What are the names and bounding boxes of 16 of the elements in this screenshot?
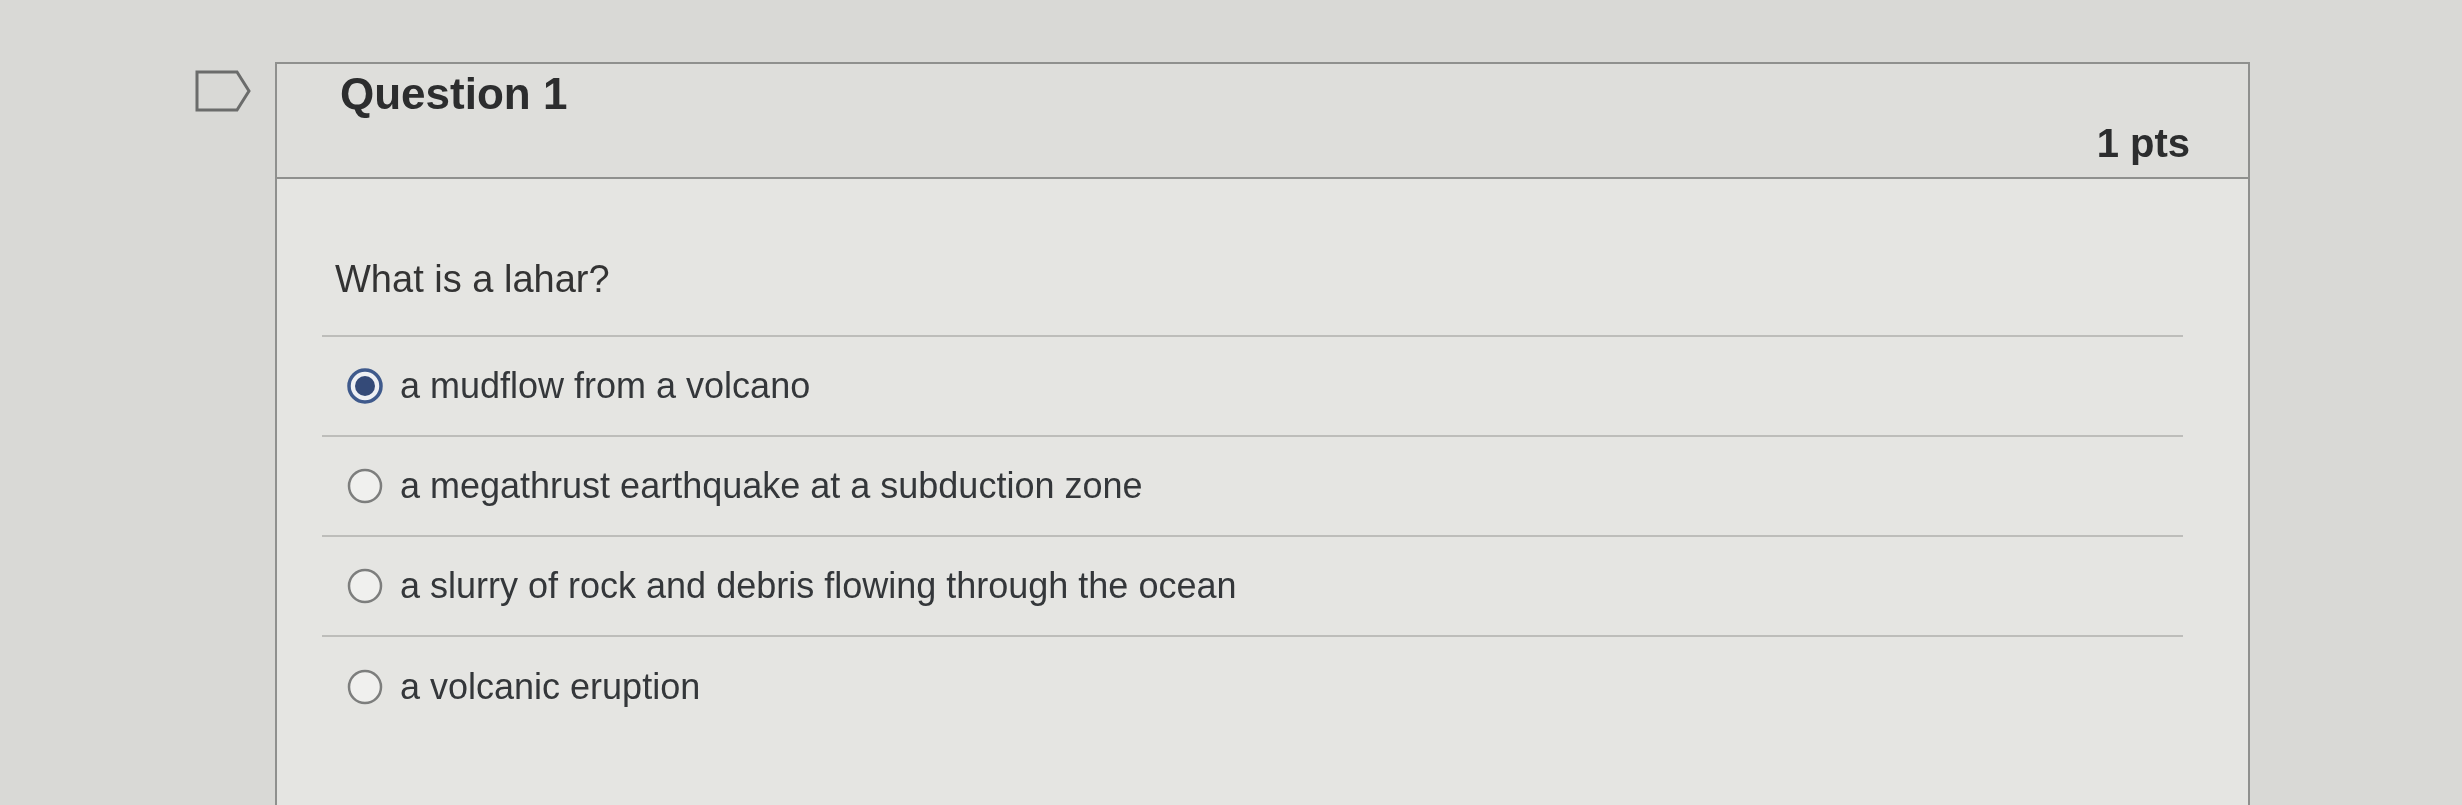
answer-label: a slurry of rock and debris flowing through the ocean xyxy=(400,564,1237,608)
answer-label: a mudflow from a volcano xyxy=(400,364,811,408)
answer-option[interactable]: a volcanic eruption xyxy=(322,636,2183,737)
radio-button[interactable] xyxy=(347,567,383,604)
question-prompt: What is a lahar? xyxy=(335,257,611,302)
flag-question-icon[interactable] xyxy=(195,70,251,112)
radio-button[interactable] xyxy=(347,467,383,504)
question-title: Question 1 xyxy=(340,68,568,120)
answer-label: a volcanic eruption xyxy=(400,665,701,709)
answer-option[interactable]: a megathrust earthquake at a subduction zone xyxy=(322,436,2183,537)
answer-label: a megathrust earthquake at a subduction zone xyxy=(400,464,1143,508)
answer-option[interactable]: a mudflow from a volcano xyxy=(322,336,2183,437)
radio-button[interactable] xyxy=(347,367,383,404)
answer-option[interactable]: a slurry of rock and debris flowing through the ocean xyxy=(322,536,2183,637)
points-text: 1 pts xyxy=(2096,120,2190,167)
radio-button[interactable] xyxy=(347,668,383,705)
